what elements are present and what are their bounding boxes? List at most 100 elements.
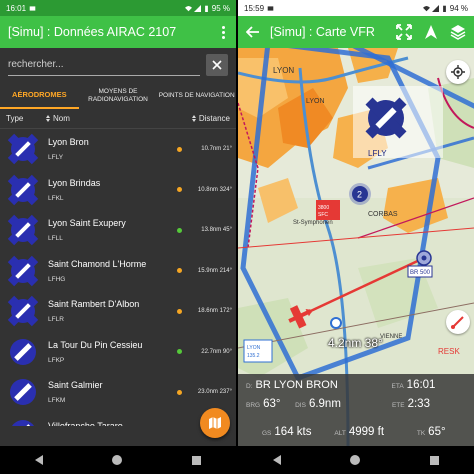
- back-arrow-icon[interactable]: [246, 25, 260, 39]
- status-dot: [177, 146, 182, 152]
- tab-bar: AÉRODROMES MOYENS DE RADIONAVIGATION POI…: [0, 82, 236, 109]
- close-icon: [212, 60, 222, 70]
- dis-label: DIS: [295, 402, 306, 409]
- airfield-icon: [4, 414, 42, 426]
- brg-label: BRG: [246, 402, 261, 409]
- table-row[interactable]: Saint Rambert D'Albon LFLR 18.6nm 172°: [0, 291, 236, 332]
- aerodrome-name: Lyon Saint Exupery: [48, 218, 126, 229]
- battery-level: 95 %: [211, 3, 230, 13]
- map-label-resk: RESK: [438, 347, 460, 356]
- back-icon[interactable]: [34, 455, 43, 465]
- system-nav-bar: [0, 446, 236, 474]
- svg-text:LYON: LYON: [247, 345, 261, 351]
- eta-label: ETA: [391, 383, 404, 390]
- tab-aerodromes[interactable]: AÉRODROMES: [0, 82, 79, 109]
- destination-marker[interactable]: [416, 250, 432, 266]
- battery-level: 94 %: [449, 3, 468, 13]
- eta-value: 16:01: [406, 379, 436, 391]
- page-title: [Simu] : Données AIRAC 2107: [8, 25, 177, 39]
- route-distance-label: 4.2nm 38°: [328, 336, 383, 350]
- dest-value: BR LYON BRON: [255, 379, 338, 391]
- tk-value: 65°: [428, 426, 446, 438]
- alt-label: ALT: [334, 430, 346, 437]
- aerodrome-distance: 10.7nm 21°: [201, 146, 232, 153]
- svg-text:135.2: 135.2: [247, 353, 260, 359]
- dest-label: D:: [246, 383, 253, 390]
- table-row[interactable]: Saint Chamond L'Horme LFHG 15.9nm 214°: [0, 251, 236, 292]
- fullscreen-icon[interactable]: [396, 24, 412, 40]
- table-row[interactable]: Lyon Bron LFLY 10.7nm 21°: [0, 129, 236, 170]
- app-bar: [Simu] : Données AIRAC 2107: [0, 16, 236, 48]
- sort-icon: [191, 115, 196, 122]
- vfr-map-screen: 15:59 94 % [Simu] : Carte VFR LFLY LYON …: [238, 0, 474, 474]
- table-row[interactable]: Saint Galmier LFKM 23.0nm 237°: [0, 372, 236, 413]
- map-fab-button[interactable]: [200, 408, 230, 438]
- waypoint-cluster-marker[interactable]: 2: [349, 183, 371, 205]
- home-icon[interactable]: [350, 455, 361, 465]
- svg-text:SFC: SFC: [318, 212, 328, 218]
- map-label-br-box: BR 500: [410, 270, 431, 276]
- column-type[interactable]: Type: [6, 114, 42, 123]
- aerodrome-name: Saint Galmier: [48, 380, 103, 391]
- aerodrome-code: LFLR: [48, 316, 64, 324]
- recents-icon[interactable]: [430, 455, 440, 465]
- recents-icon[interactable]: [192, 455, 202, 465]
- aerodrome-distance: 13.8nm 45°: [201, 227, 232, 234]
- aerodrome-name: Saint Rambert D'Albon: [48, 299, 140, 310]
- table-row[interactable]: Lyon Saint Exupery LFLL 13.8nm 45°: [0, 210, 236, 251]
- aerodrome-distance: 18.6nm 172°: [197, 308, 232, 315]
- aerodrome-code: LFKP: [48, 356, 65, 364]
- signal-icon: [431, 4, 439, 12]
- airport-runway-icon: [4, 292, 42, 330]
- airport-runway-icon: [4, 171, 42, 209]
- ete-value: 2:33: [407, 398, 430, 410]
- table-row[interactable]: La Tour Du Pin Cessieu LFKP 22.7nm 90°: [0, 332, 236, 373]
- row-text: Villefranche TarareLFHV: [42, 421, 177, 426]
- overflow-menu-icon[interactable]: [218, 25, 228, 39]
- aerodrome-distance: 22.7nm 90°: [201, 348, 232, 355]
- column-name[interactable]: Nom: [42, 114, 174, 123]
- signal-icon: [193, 4, 201, 12]
- locate-me-button[interactable]: [446, 60, 470, 84]
- table-row[interactable]: Lyon Brindas LFKL 10.8nm 324°: [0, 170, 236, 211]
- airfield-icon: [4, 333, 42, 371]
- info-row-destination: D: BR LYON BRON ETA 16:01: [238, 379, 474, 391]
- aerodrome-code: LFKM: [48, 397, 66, 405]
- north-up-icon[interactable]: [424, 24, 438, 40]
- tab-radionavigation[interactable]: MOYENS DE RADIONAVIGATION: [79, 82, 158, 109]
- info-row-nav: BRG 63° DIS 6.9nm ETE 2:33: [238, 398, 474, 410]
- alt-value: 4999 ft: [348, 426, 385, 438]
- map-tool-button[interactable]: [446, 310, 470, 334]
- split-screen: 16:01 95 % [Simu] : Données AIRAC 2107 A…: [0, 0, 474, 474]
- tab-navigation-points[interactable]: POINTS DE NAVIGATION: [157, 82, 236, 109]
- ete-label: ETE: [391, 402, 405, 409]
- search-input[interactable]: [8, 54, 200, 76]
- layers-icon[interactable]: [450, 24, 466, 40]
- home-icon[interactable]: [112, 455, 123, 465]
- aerodrome-name: La Tour Du Pin Cessieu: [48, 339, 143, 350]
- back-icon[interactable]: [272, 455, 281, 465]
- airfield-icon: [4, 373, 42, 411]
- map-label-lyon-mid: LYON: [306, 98, 325, 105]
- aerodrome-name: Villefranche Tarare: [48, 420, 123, 426]
- gs-value: 164 kts: [274, 426, 312, 438]
- column-distance[interactable]: Distance: [174, 114, 230, 123]
- status-dot: [177, 308, 182, 314]
- search-row: [0, 48, 236, 82]
- map-label-lfly: LFLY: [368, 149, 387, 158]
- map-icon: [209, 417, 221, 429]
- flight-info-panel[interactable]: D: BR LYON BRON ETA 16:01 BRG 63° DIS 6.…: [238, 374, 474, 446]
- aerodrome-distance: 23.0nm 237°: [197, 389, 232, 396]
- lfly-airport-icon[interactable]: [365, 97, 407, 139]
- airac-data-screen: 16:01 95 % [Simu] : Données AIRAC 2107 A…: [0, 0, 236, 474]
- row-text: Lyon Bron LFLY: [42, 137, 177, 161]
- aerodrome-code: LFLY: [48, 154, 64, 162]
- clear-search-button[interactable]: [206, 54, 228, 76]
- row-text: Saint Galmier LFKM: [42, 380, 177, 404]
- gs-label: GS: [262, 430, 272, 437]
- column-header: Type Nom Distance: [0, 109, 236, 129]
- status-dot: [177, 389, 182, 395]
- aerodrome-distance: 10.8nm 324°: [197, 186, 232, 193]
- row-text: Saint Rambert D'Albon LFLR: [42, 299, 177, 323]
- status-bar: 16:01 95 %: [0, 0, 236, 16]
